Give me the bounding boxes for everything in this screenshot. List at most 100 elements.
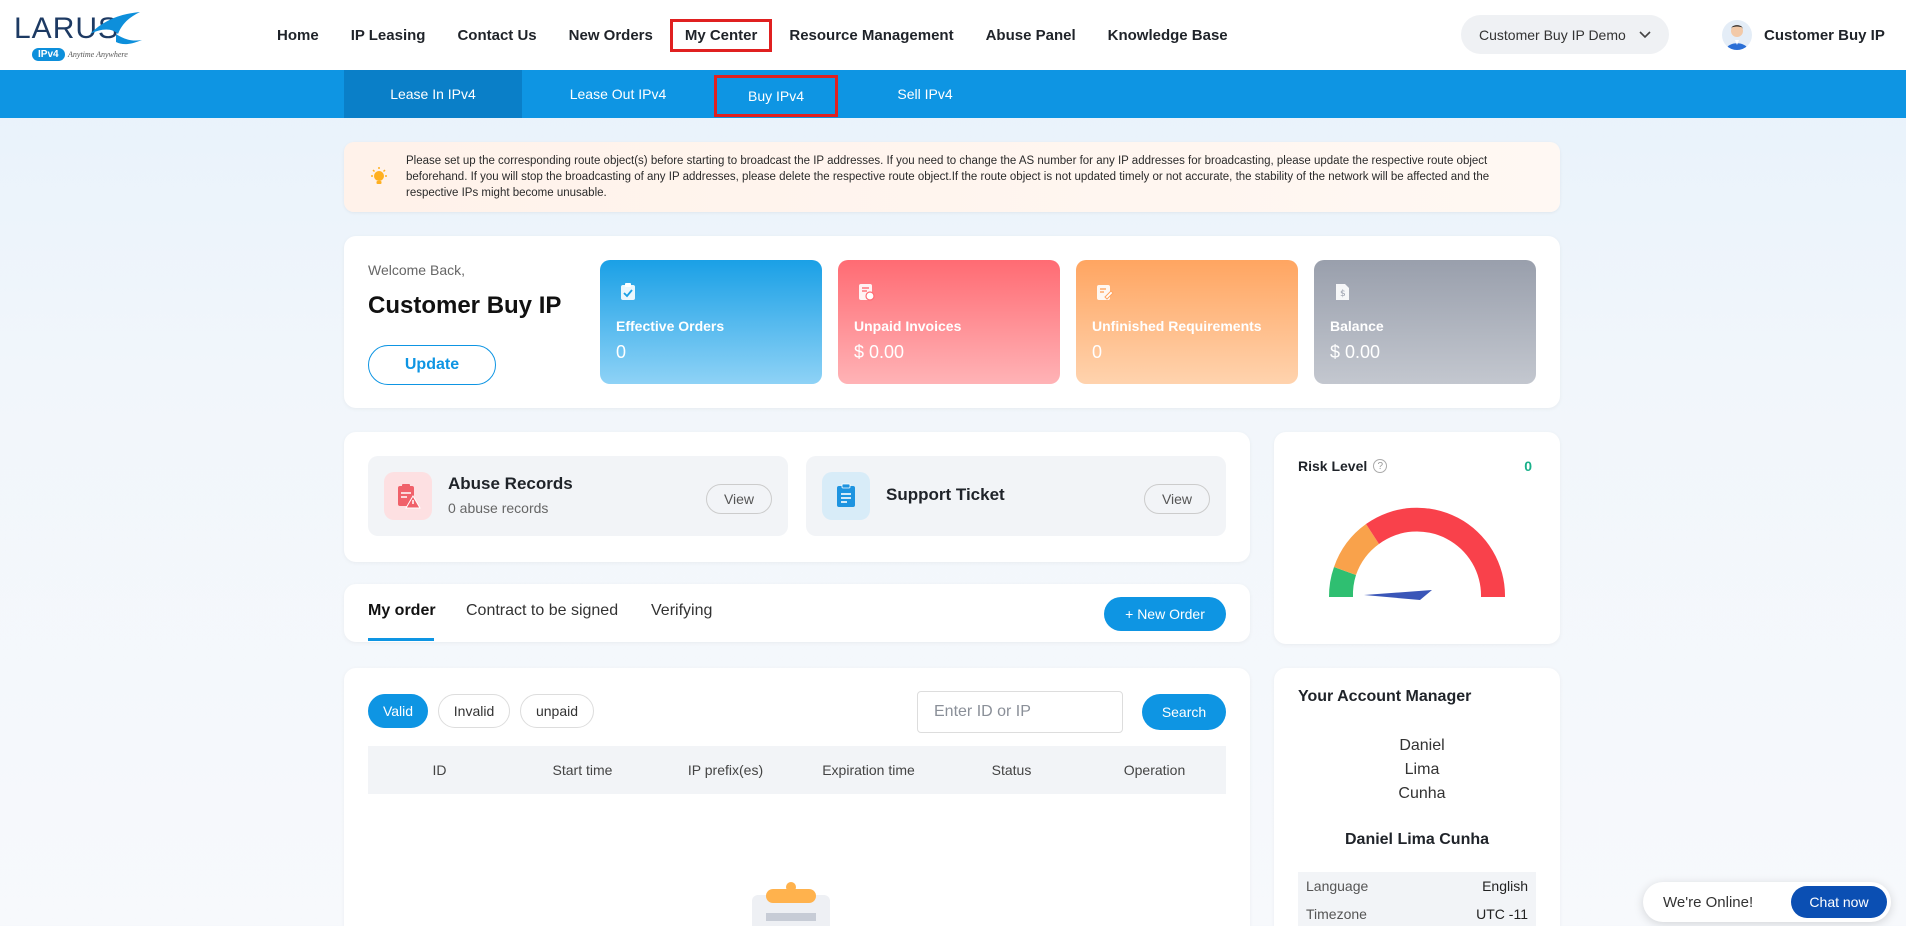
route-object-notice: Please set up the corresponding route ob… <box>344 142 1560 212</box>
manager-photo-alt-line: Lima <box>1404 761 1440 778</box>
user-name: Customer Buy IP <box>1764 26 1885 44</box>
search-input[interactable] <box>917 691 1123 733</box>
risk-level-label: Risk Level <box>1298 458 1368 474</box>
logo-tagline: Anytime Anywhere <box>68 50 128 59</box>
stat-unfinished-requirements[interactable]: Unfinished Requirements 0 <box>1076 260 1298 384</box>
filter-unpaid[interactable]: unpaid <box>520 694 594 728</box>
filter-valid[interactable]: Valid <box>368 694 428 728</box>
stat-value: $ 0.00 <box>854 342 905 362</box>
lightbulb-icon <box>371 167 387 184</box>
nav-resource-management[interactable]: Resource Management <box>774 19 968 52</box>
stat-label: Effective Orders <box>616 318 725 334</box>
nav-home[interactable]: Home <box>262 19 334 52</box>
edit-document-icon <box>1097 285 1114 300</box>
clipboard-check-icon <box>621 283 635 300</box>
column-header-status: Status <box>991 762 1032 778</box>
top-header: LARUS IPv4 Anytime Anywhere Home IP Leas… <box>0 0 1906 70</box>
manager-timezone-row: Timezone UTC -11 <box>1298 900 1536 926</box>
nav-contact-us[interactable]: Contact Us <box>442 19 551 52</box>
tab-my-order[interactable]: My order <box>368 602 436 620</box>
order-tabs-card: My order Contract to be signed Verifying… <box>344 584 1250 642</box>
chat-status: We're Online! <box>1663 893 1754 911</box>
orders-card: Valid Invalid unpaid Search ID Start tim… <box>344 668 1250 926</box>
active-tab-indicator <box>368 638 434 641</box>
search-button[interactable]: Search <box>1142 694 1226 730</box>
avatar <box>1722 20 1752 50</box>
subnav-sell-ipv4[interactable]: Sell IPv4 <box>838 70 1012 118</box>
tab-contract-to-be-signed[interactable]: Contract to be signed <box>466 602 618 620</box>
support-ticket-icon <box>822 472 870 520</box>
abuse-records-view-button[interactable]: View <box>706 484 772 514</box>
main-nav: Home IP Leasing Contact Us New Orders My… <box>262 0 1245 70</box>
manager-photo-alt-line: Daniel <box>1399 737 1445 754</box>
support-ticket-box: Support Ticket View <box>806 456 1226 536</box>
filter-invalid[interactable]: Invalid <box>438 694 510 728</box>
support-ticket-view-button[interactable]: View <box>1144 484 1210 514</box>
nav-knowledge-base[interactable]: Knowledge Base <box>1093 19 1243 52</box>
chat-now-button[interactable]: Chat now <box>1791 886 1887 918</box>
manager-name: Daniel Lima Cunha <box>1344 831 1490 848</box>
nav-my-center[interactable]: My Center <box>669 18 773 52</box>
subnav-buy-ipv4[interactable]: Buy IPv4 <box>714 75 838 117</box>
new-order-button[interactable]: + New Order <box>1104 597 1226 631</box>
stat-label: Unfinished Requirements <box>1092 318 1262 334</box>
stat-balance[interactable]: $ Balance $ 0.00 <box>1314 260 1536 384</box>
live-chat-widget: We're Online! Chat now <box>1643 882 1891 922</box>
column-header-operation: Operation <box>1123 762 1186 778</box>
column-header-expiration-time: Expiration time <box>822 762 915 778</box>
orders-table-header: ID Start time IP prefix(es) Expiration t… <box>368 746 1226 794</box>
support-ticket-title: Support Ticket <box>886 485 1005 504</box>
records-card: Abuse Records 0 abuse records View Suppo… <box>344 432 1250 562</box>
stat-label: Balance <box>1330 318 1384 334</box>
manager-row-value: UTC -11 <box>1476 906 1528 922</box>
invoice-icon <box>859 284 875 301</box>
column-header-start-time: Start time <box>552 762 613 778</box>
risk-level-value: 0 <box>1524 458 1532 474</box>
bird-icon <box>90 12 142 45</box>
stat-effective-orders[interactable]: Effective Orders 0 <box>600 260 822 384</box>
risk-level-title: Risk Level ? <box>1298 458 1388 474</box>
svg-text:$: $ <box>1340 289 1346 299</box>
stat-value: 0 <box>616 342 627 362</box>
welcome-card: Welcome Back, Customer Buy IP Update Eff… <box>344 236 1560 408</box>
sub-nav: Lease In IPv4 Lease Out IPv4 Buy IPv4 Se… <box>344 70 1012 118</box>
subnav-lease-out-ipv4[interactable]: Lease Out IPv4 <box>522 70 714 118</box>
organization-select[interactable]: Customer Buy IP Demo <box>1461 15 1669 54</box>
nav-new-orders[interactable]: New Orders <box>554 19 668 52</box>
manager-row-key: Timezone <box>1306 906 1367 922</box>
manager-photo-alt-line: Cunha <box>1398 785 1446 802</box>
tab-verifying[interactable]: Verifying <box>651 602 712 620</box>
help-icon[interactable]: ? <box>1373 459 1388 473</box>
account-manager-card: Your Account Manager Daniel Lima Cunha D… <box>1274 668 1560 926</box>
column-header-id: ID <box>432 762 447 778</box>
stat-label: Unpaid Invoices <box>854 318 962 334</box>
manager-row-key: Language <box>1306 878 1369 894</box>
logo-badge: IPv4 <box>32 48 65 61</box>
risk-level-card: Risk Level ? 0 <box>1274 432 1560 644</box>
abuse-records-title: Abuse Records <box>448 474 573 493</box>
stat-value: $ 0.00 <box>1330 342 1381 362</box>
chevron-down-icon <box>1639 30 1651 38</box>
stat-value: 0 <box>1092 342 1103 362</box>
manager-row-value: English <box>1482 878 1528 894</box>
update-button[interactable]: Update <box>368 345 496 385</box>
empty-clipboard-icon <box>752 882 830 926</box>
welcome-name: Customer Buy IP <box>368 292 562 319</box>
abuse-records-count: 0 abuse records <box>448 500 549 516</box>
manager-photo: Daniel Lima Cunha <box>1392 734 1452 806</box>
stat-unpaid-invoices[interactable]: Unpaid Invoices $ 0.00 <box>838 260 1060 384</box>
subnav-lease-in-ipv4[interactable]: Lease In IPv4 <box>344 70 522 118</box>
risk-gauge <box>1328 507 1506 600</box>
column-header-ip-prefixes: IP prefix(es) <box>687 762 764 778</box>
abuse-records-box: Abuse Records 0 abuse records View <box>368 456 788 536</box>
nav-ip-leasing[interactable]: IP Leasing <box>336 19 441 52</box>
manager-language-row: Language English <box>1298 872 1536 900</box>
organization-select-value: Customer Buy IP Demo <box>1479 26 1626 43</box>
nav-abuse-panel[interactable]: Abuse Panel <box>971 19 1091 52</box>
larus-logo[interactable]: LARUS IPv4 Anytime Anywhere <box>12 6 142 64</box>
welcome-label: Welcome Back, <box>368 262 465 278</box>
user-menu[interactable]: Customer Buy IP <box>1722 20 1885 50</box>
sub-nav-bar: Lease In IPv4 Lease Out IPv4 Buy IPv4 Se… <box>0 70 1906 118</box>
account-manager-title: Your Account Manager <box>1298 688 1472 705</box>
wallet-icon: $ <box>1336 284 1349 300</box>
